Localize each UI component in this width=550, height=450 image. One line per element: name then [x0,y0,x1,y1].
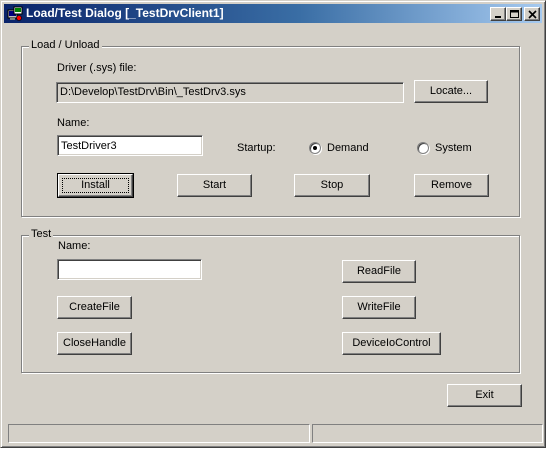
status-pane-2 [312,424,543,443]
startup-label: Startup: [237,142,276,154]
createfile-button[interactable]: CreateFile [57,296,132,319]
minimize-button[interactable] [490,7,506,21]
radio-selected-dot [313,146,317,150]
startup-demand-label[interactable]: Demand [327,142,369,154]
driver-name-input[interactable] [57,135,203,156]
test-name-input[interactable] [57,259,202,280]
test-name-label: Name: [58,240,91,252]
radio-indicator[interactable] [309,142,321,154]
title-bar[interactable]: Load/Test Dialog [_TestDrvClient1] [4,4,542,23]
install-button[interactable]: Install [57,173,134,198]
app-icon [7,5,24,22]
readfile-button[interactable]: ReadFile [342,260,416,283]
load-test-dialog: Load/Test Dialog [_TestDrvClient1] Load … [0,0,546,448]
closehandle-button[interactable]: CloseHandle [57,332,132,355]
window-title: Load/Test Dialog [_TestDrvClient1] [26,6,224,20]
minimize-icon [495,16,501,18]
close-button[interactable] [524,7,540,21]
maximize-button[interactable] [506,7,522,21]
writefile-button[interactable]: WriteFile [342,296,416,319]
startup-system-label[interactable]: System [435,142,472,154]
status-pane-1 [8,424,310,443]
load-unload-group-label: Load / Unload [29,39,102,51]
remove-button[interactable]: Remove [414,174,489,197]
start-button[interactable]: Start [177,174,252,197]
maximize-icon [510,10,519,18]
stop-button[interactable]: Stop [294,174,370,197]
radio-indicator[interactable] [417,142,429,154]
close-icon [528,10,537,19]
deviceiocontrol-button[interactable]: DeviceIoControl [342,332,441,355]
exit-button[interactable]: Exit [447,384,522,407]
driver-file-field: D:\Develop\TestDrv\Bin\_TestDrv3.sys [56,82,404,103]
driver-name-label: Name: [57,117,90,129]
focus-rect [62,178,129,193]
locate-button[interactable]: Locate... [414,80,488,103]
driver-file-label: Driver (.sys) file: [57,62,137,74]
test-group-label: Test [29,228,54,240]
